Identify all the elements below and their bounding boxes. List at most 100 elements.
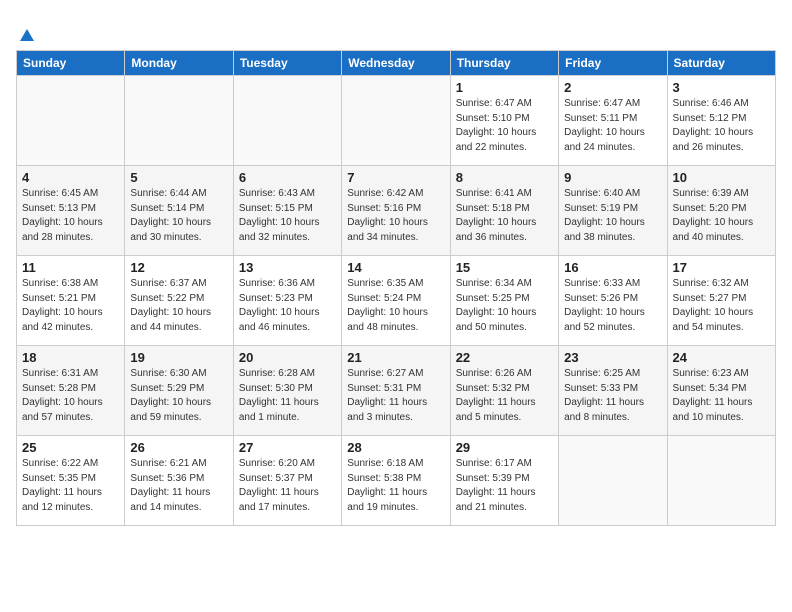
- day-detail: Sunrise: 6:42 AM Sunset: 5:16 PM Dayligh…: [347, 187, 444, 245]
- day-detail: Sunrise: 6:28 AM Sunset: 5:30 PM Dayligh…: [239, 367, 336, 425]
- day-detail: Sunrise: 6:17 AM Sunset: 5:39 PM Dayligh…: [456, 457, 553, 515]
- day-number: 22: [456, 350, 553, 365]
- calendar-cell: 13 Sunrise: 6:36 AM Sunset: 5:23 PM Dayli…: [233, 256, 341, 346]
- day-number: 17: [673, 260, 770, 275]
- day-number: 9: [564, 170, 661, 185]
- calendar-cell: 7 Sunrise: 6:42 AM Sunset: 5:16 PM Daylig…: [342, 166, 450, 256]
- calendar-cell: 12 Sunrise: 6:37 AM Sunset: 5:22 PM Dayli…: [125, 256, 233, 346]
- day-detail: Sunrise: 6:36 AM Sunset: 5:23 PM Dayligh…: [239, 277, 336, 335]
- col-header-sunday: Sunday: [17, 51, 125, 76]
- day-number: 25: [22, 440, 119, 455]
- day-number: 10: [673, 170, 770, 185]
- calendar-cell: 18 Sunrise: 6:31 AM Sunset: 5:28 PM Dayli…: [17, 346, 125, 436]
- day-number: 15: [456, 260, 553, 275]
- day-detail: Sunrise: 6:33 AM Sunset: 5:26 PM Dayligh…: [564, 277, 661, 335]
- calendar-cell: 19 Sunrise: 6:30 AM Sunset: 5:29 PM Dayli…: [125, 346, 233, 436]
- day-detail: Sunrise: 6:45 AM Sunset: 5:13 PM Dayligh…: [22, 187, 119, 245]
- day-number: 28: [347, 440, 444, 455]
- day-number: 21: [347, 350, 444, 365]
- calendar-cell: [233, 76, 341, 166]
- day-detail: Sunrise: 6:22 AM Sunset: 5:35 PM Dayligh…: [22, 457, 119, 515]
- calendar-cell: 16 Sunrise: 6:33 AM Sunset: 5:26 PM Dayli…: [559, 256, 667, 346]
- page-header: [16, 16, 776, 42]
- day-detail: Sunrise: 6:41 AM Sunset: 5:18 PM Dayligh…: [456, 187, 553, 245]
- day-detail: Sunrise: 6:34 AM Sunset: 5:25 PM Dayligh…: [456, 277, 553, 335]
- day-number: 18: [22, 350, 119, 365]
- calendar-cell: [559, 436, 667, 526]
- day-number: 7: [347, 170, 444, 185]
- calendar-cell: 22 Sunrise: 6:26 AM Sunset: 5:32 PM Dayli…: [450, 346, 558, 436]
- calendar-cell: 27 Sunrise: 6:20 AM Sunset: 5:37 PM Dayli…: [233, 436, 341, 526]
- day-number: 13: [239, 260, 336, 275]
- day-detail: Sunrise: 6:30 AM Sunset: 5:29 PM Dayligh…: [130, 367, 227, 425]
- calendar-cell: 2 Sunrise: 6:47 AM Sunset: 5:11 PM Daylig…: [559, 76, 667, 166]
- col-header-saturday: Saturday: [667, 51, 775, 76]
- day-detail: Sunrise: 6:25 AM Sunset: 5:33 PM Dayligh…: [564, 367, 661, 425]
- col-header-friday: Friday: [559, 51, 667, 76]
- calendar-cell: [17, 76, 125, 166]
- day-detail: Sunrise: 6:38 AM Sunset: 5:21 PM Dayligh…: [22, 277, 119, 335]
- calendar-table: SundayMondayTuesdayWednesdayThursdayFrid…: [16, 50, 776, 526]
- day-detail: Sunrise: 6:47 AM Sunset: 5:10 PM Dayligh…: [456, 97, 553, 155]
- calendar-cell: 21 Sunrise: 6:27 AM Sunset: 5:31 PM Dayli…: [342, 346, 450, 436]
- calendar-cell: 3 Sunrise: 6:46 AM Sunset: 5:12 PM Daylig…: [667, 76, 775, 166]
- calendar-cell: 1 Sunrise: 6:47 AM Sunset: 5:10 PM Daylig…: [450, 76, 558, 166]
- day-detail: Sunrise: 6:37 AM Sunset: 5:22 PM Dayligh…: [130, 277, 227, 335]
- calendar-cell: 8 Sunrise: 6:41 AM Sunset: 5:18 PM Daylig…: [450, 166, 558, 256]
- day-number: 8: [456, 170, 553, 185]
- day-detail: Sunrise: 6:32 AM Sunset: 5:27 PM Dayligh…: [673, 277, 770, 335]
- col-header-monday: Monday: [125, 51, 233, 76]
- day-detail: Sunrise: 6:47 AM Sunset: 5:11 PM Dayligh…: [564, 97, 661, 155]
- day-number: 6: [239, 170, 336, 185]
- day-number: 1: [456, 80, 553, 95]
- day-number: 26: [130, 440, 227, 455]
- calendar-cell: 9 Sunrise: 6:40 AM Sunset: 5:19 PM Daylig…: [559, 166, 667, 256]
- calendar-cell: 20 Sunrise: 6:28 AM Sunset: 5:30 PM Dayli…: [233, 346, 341, 436]
- calendar-cell: 17 Sunrise: 6:32 AM Sunset: 5:27 PM Dayli…: [667, 256, 775, 346]
- day-detail: Sunrise: 6:20 AM Sunset: 5:37 PM Dayligh…: [239, 457, 336, 515]
- calendar-cell: [667, 436, 775, 526]
- calendar-cell: 15 Sunrise: 6:34 AM Sunset: 5:25 PM Dayli…: [450, 256, 558, 346]
- calendar-cell: [125, 76, 233, 166]
- day-detail: Sunrise: 6:35 AM Sunset: 5:24 PM Dayligh…: [347, 277, 444, 335]
- day-number: 20: [239, 350, 336, 365]
- calendar-cell: 4 Sunrise: 6:45 AM Sunset: 5:13 PM Daylig…: [17, 166, 125, 256]
- calendar-cell: 5 Sunrise: 6:44 AM Sunset: 5:14 PM Daylig…: [125, 166, 233, 256]
- day-number: 12: [130, 260, 227, 275]
- calendar-cell: 29 Sunrise: 6:17 AM Sunset: 5:39 PM Dayli…: [450, 436, 558, 526]
- col-header-wednesday: Wednesday: [342, 51, 450, 76]
- day-number: 14: [347, 260, 444, 275]
- calendar-cell: 24 Sunrise: 6:23 AM Sunset: 5:34 PM Dayli…: [667, 346, 775, 436]
- day-number: 3: [673, 80, 770, 95]
- day-number: 23: [564, 350, 661, 365]
- day-number: 2: [564, 80, 661, 95]
- col-header-tuesday: Tuesday: [233, 51, 341, 76]
- day-detail: Sunrise: 6:39 AM Sunset: 5:20 PM Dayligh…: [673, 187, 770, 245]
- day-detail: Sunrise: 6:18 AM Sunset: 5:38 PM Dayligh…: [347, 457, 444, 515]
- day-detail: Sunrise: 6:40 AM Sunset: 5:19 PM Dayligh…: [564, 187, 661, 245]
- calendar-cell: 10 Sunrise: 6:39 AM Sunset: 5:20 PM Dayli…: [667, 166, 775, 256]
- calendar-cell: 25 Sunrise: 6:22 AM Sunset: 5:35 PM Dayli…: [17, 436, 125, 526]
- calendar-cell: 11Sunrise: 6:38 AM Sunset: 5:21 PM Dayli…: [17, 256, 125, 346]
- calendar-cell: 14 Sunrise: 6:35 AM Sunset: 5:24 PM Dayli…: [342, 256, 450, 346]
- calendar-cell: 6 Sunrise: 6:43 AM Sunset: 5:15 PM Daylig…: [233, 166, 341, 256]
- day-number: 16: [564, 260, 661, 275]
- day-number: 5: [130, 170, 227, 185]
- day-number: 19: [130, 350, 227, 365]
- day-number: 24: [673, 350, 770, 365]
- day-detail: Sunrise: 6:43 AM Sunset: 5:15 PM Dayligh…: [239, 187, 336, 245]
- day-detail: Sunrise: 6:26 AM Sunset: 5:32 PM Dayligh…: [456, 367, 553, 425]
- day-detail: Sunrise: 6:31 AM Sunset: 5:28 PM Dayligh…: [22, 367, 119, 425]
- day-number: 4: [22, 170, 119, 185]
- day-number: 29: [456, 440, 553, 455]
- day-number: 27: [239, 440, 336, 455]
- calendar-cell: [342, 76, 450, 166]
- logo-icon: [18, 27, 36, 45]
- day-detail: Sunrise: 6:23 AM Sunset: 5:34 PM Dayligh…: [673, 367, 770, 425]
- col-header-thursday: Thursday: [450, 51, 558, 76]
- day-detail: Sunrise: 6:27 AM Sunset: 5:31 PM Dayligh…: [347, 367, 444, 425]
- day-detail: Sunrise: 6:46 AM Sunset: 5:12 PM Dayligh…: [673, 97, 770, 155]
- calendar-cell: 23 Sunrise: 6:25 AM Sunset: 5:33 PM Dayli…: [559, 346, 667, 436]
- day-detail: Sunrise: 6:44 AM Sunset: 5:14 PM Dayligh…: [130, 187, 227, 245]
- logo: [16, 16, 36, 42]
